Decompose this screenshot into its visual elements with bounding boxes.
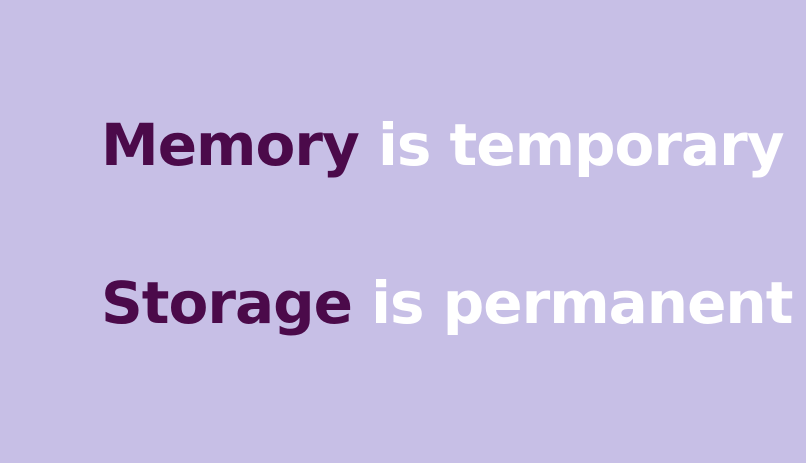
storage-statement: Storage is permanent [101,274,793,332]
memory-description: is temporary [358,111,785,179]
memory-statement: Memory is temporary [101,116,785,174]
storage-keyword: Storage [101,269,353,337]
memory-keyword: Memory [101,111,360,179]
storage-description: is permanent [351,269,793,337]
slide: Memory is temporary Storage is permanent [0,0,806,463]
